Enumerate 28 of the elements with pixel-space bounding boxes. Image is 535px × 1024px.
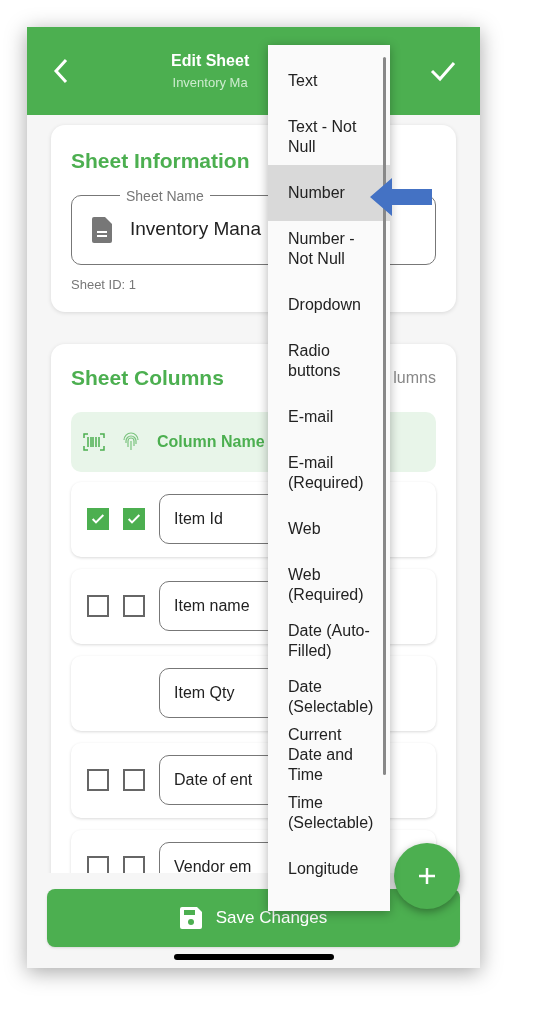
screen-subtitle: Inventory Ma (172, 74, 248, 93)
fingerprint-icon (121, 431, 141, 452)
card-title: Sheet Columns (71, 365, 224, 391)
menu-item[interactable]: Radio buttons (268, 333, 390, 389)
menu-item[interactable]: Text (268, 53, 390, 109)
checkbox[interactable] (87, 595, 109, 617)
check-icon[interactable] (430, 60, 456, 82)
column-header-label: Column Name (157, 431, 265, 452)
arrow-icon (368, 176, 434, 218)
checkbox[interactable] (87, 769, 109, 791)
menu-item[interactable]: Number (268, 165, 390, 221)
plus-icon (417, 866, 437, 886)
barcode-icon (83, 432, 105, 451)
checkbox[interactable] (123, 769, 145, 791)
document-icon (92, 216, 112, 243)
checkbox[interactable] (87, 508, 109, 530)
checkbox[interactable] (123, 508, 145, 530)
screen-title: Edit Sheet (171, 51, 250, 72)
card-title: Sheet Information (71, 148, 250, 174)
checkbox[interactable] (123, 595, 145, 617)
sheet-id: Sheet ID: 1 (71, 275, 138, 294)
menu-item[interactable]: Dropdown (268, 277, 390, 333)
menu-item[interactable]: E-mail (268, 389, 390, 445)
field-value: Inventory Mana (130, 217, 261, 242)
checkbox[interactable] (87, 856, 109, 873)
checkbox[interactable] (123, 856, 145, 873)
menu-item[interactable]: Text - Not Null (268, 109, 390, 165)
column-count: lumns (393, 367, 436, 388)
